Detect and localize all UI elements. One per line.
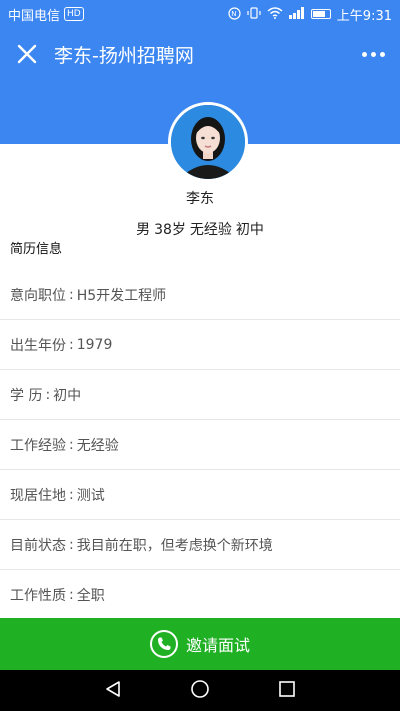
info-row-experience: 工作经验: 无经验 (0, 420, 400, 470)
back-icon (106, 680, 120, 697)
info-value: H5开发工程师 (76, 287, 167, 304)
more-icon (361, 51, 367, 57)
more-button[interactable] (346, 28, 400, 80)
recents-icon (279, 680, 295, 697)
info-value: 全职 (76, 587, 105, 604)
home-icon (191, 679, 209, 698)
info-label: 工作经验 (10, 437, 66, 454)
info-label: 学 历 (10, 387, 43, 404)
info-value: 无经验 (76, 437, 119, 454)
hd-badge: HD (64, 7, 84, 21)
resume-info-list: 意向职位: H5开发工程师 出生年份:1979 学 历: 初中 工作经验: 无经验 现… (0, 270, 400, 620)
battery-icon (310, 9, 331, 19)
close-button[interactable] (0, 28, 54, 80)
status-bar: 中国电信 HD N 上午9:31 (0, 0, 400, 28)
close-icon (17, 44, 37, 64)
clock: 上午9:31 (336, 8, 392, 24)
info-row-education: 学 历: 初中 (0, 370, 400, 420)
info-label: 工作性质 (10, 587, 66, 604)
nfc-icon: N (228, 6, 241, 22)
wifi-icon (267, 7, 283, 21)
education: 初中 (235, 222, 264, 238)
vibrate-icon (247, 7, 261, 21)
info-label: 出生年份 (10, 337, 66, 354)
candidate-name: 李东 (186, 191, 214, 207)
back-button[interactable] (104, 680, 122, 702)
svg-text:N: N (231, 10, 236, 18)
info-row-position: 意向职位: H5开发工程师 (0, 270, 400, 320)
avatar (168, 102, 248, 182)
info-value: 测试 (76, 487, 105, 504)
info-row-job-type: 工作性质: 全职 (0, 570, 400, 620)
invite-interview-button[interactable]: 邀请面试 (0, 618, 400, 670)
candidate-summary: 男 38岁 无经验 初中 (0, 219, 400, 239)
experience: 无经验 (189, 222, 232, 238)
section-title: 简历信息 (10, 242, 63, 257)
carrier-name: 中国电信 (8, 8, 61, 24)
recents-button[interactable] (278, 680, 296, 702)
info-value: 1979 (76, 336, 113, 353)
invite-label: 邀请面试 (185, 636, 250, 655)
phone-icon (149, 630, 178, 658)
title-bar: 李东-扬州招聘网 (0, 28, 400, 80)
info-value: 我目前在职，但考虑换个新环境 (76, 537, 273, 554)
info-row-residence: 现居住地: 测试 (0, 470, 400, 520)
signal-icon (288, 7, 305, 21)
info-label: 目前状态 (10, 537, 66, 554)
home-button[interactable] (190, 679, 210, 703)
info-label: 现居住地 (10, 487, 66, 504)
gender: 男 (136, 222, 151, 238)
info-row-birth-year: 出生年份:1979 (0, 320, 400, 370)
info-label: 意向职位 (10, 287, 66, 304)
page-title: 李东-扬州招聘网 (54, 44, 194, 67)
age: 38岁 (154, 222, 186, 238)
info-value: 初中 (53, 387, 82, 404)
info-row-status: 目前状态: 我目前在职，但考虑换个新环境 (0, 520, 400, 570)
android-nav-bar (0, 670, 400, 711)
